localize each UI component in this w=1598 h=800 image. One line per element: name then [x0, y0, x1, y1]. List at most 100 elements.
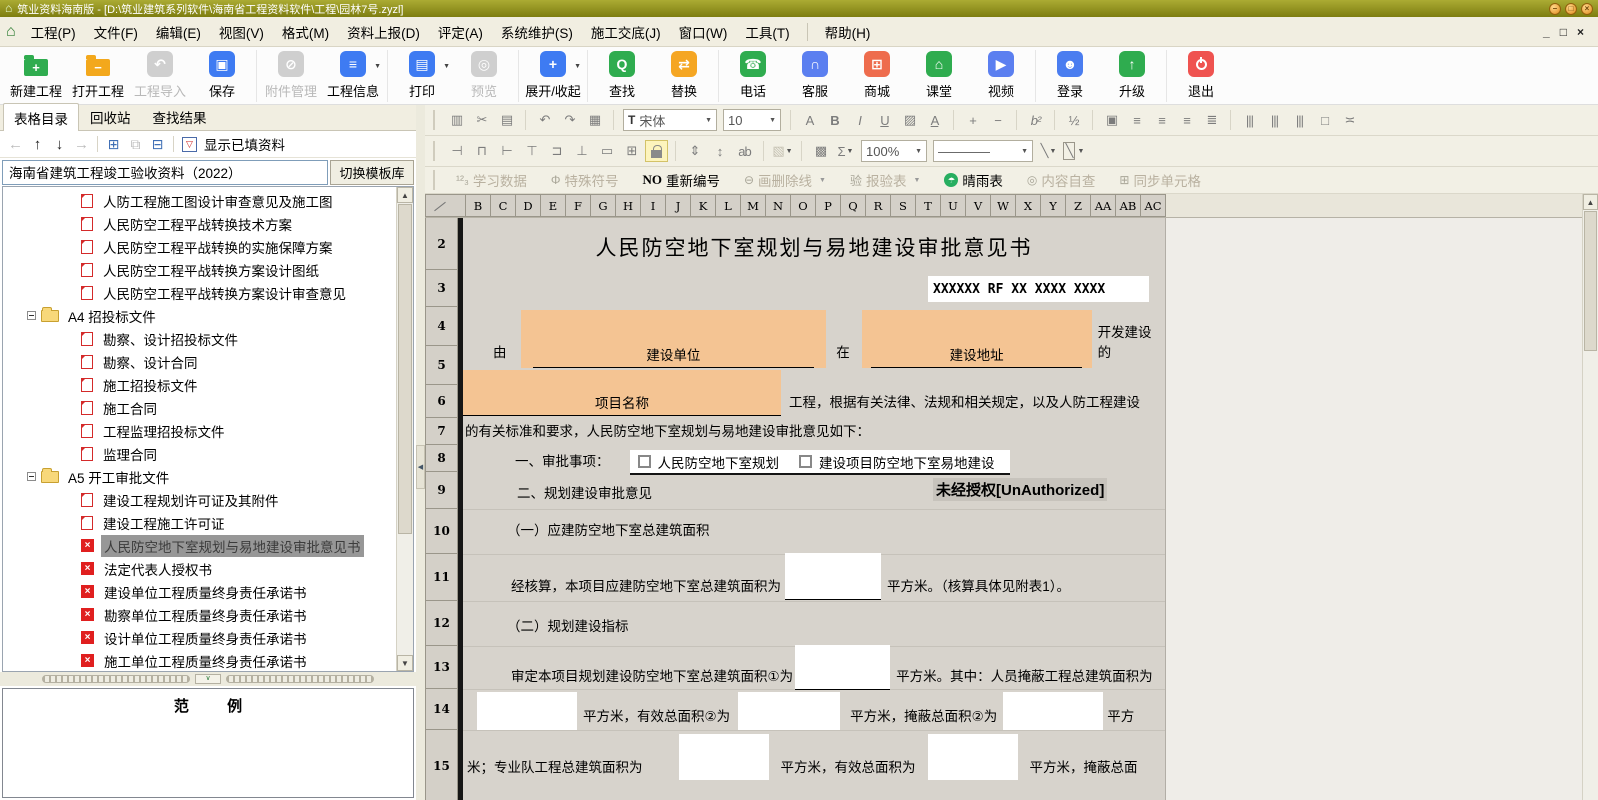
- italic-button[interactable]: I: [848, 109, 871, 131]
- tree-item[interactable]: 建设工程规划许可证及其附件: [3, 488, 396, 511]
- char-scale-button[interactable]: ab: [733, 140, 756, 162]
- learn-data-button[interactable]: ¹²₃ 学习数据: [456, 170, 527, 190]
- column-header-L[interactable]: L: [716, 194, 741, 217]
- line-style-dropdown-icon[interactable]: ▼: [1021, 148, 1028, 155]
- nav-left-icon[interactable]: ←: [6, 136, 25, 153]
- valign-top-button[interactable]: |||: [1238, 109, 1261, 131]
- strike-delete-line-button[interactable]: ⊖ 画删除线 ▼: [744, 170, 826, 190]
- tree-scroll-thumb[interactable]: [398, 204, 412, 534]
- copy-table-icon[interactable]: ⧉: [126, 136, 145, 153]
- nav-right-icon[interactable]: →: [72, 136, 91, 153]
- column-header-P[interactable]: P: [816, 194, 841, 217]
- row-header-11[interactable]: 11: [425, 554, 458, 601]
- content-self-check-button[interactable]: ◎ 内容自查: [1027, 170, 1095, 190]
- fill-color-button[interactable]: ▨: [898, 109, 921, 131]
- cut-button[interactable]: ✂: [470, 109, 493, 131]
- form-input[interactable]: [795, 645, 891, 690]
- font-size-dropdown-icon[interactable]: ▼: [769, 117, 776, 124]
- toolbar-grip[interactable]: [433, 141, 437, 161]
- form-input[interactable]: [785, 553, 881, 600]
- column-header-S[interactable]: S: [891, 194, 916, 217]
- column-header-F[interactable]: F: [566, 194, 591, 217]
- menu-item[interactable]: 窗口(W): [670, 18, 737, 46]
- renumber-button[interactable]: NO 重新编号: [642, 170, 720, 190]
- column-header-AA[interactable]: AA: [1091, 194, 1116, 217]
- checkbox-offsite-construction[interactable]: [799, 455, 812, 468]
- column-header-O[interactable]: O: [791, 194, 816, 217]
- undo-button[interactable]: ↶: [533, 109, 556, 131]
- tree-expander-icon[interactable]: [27, 311, 36, 320]
- tree-item[interactable]: 人民防空工程平战转换方案设计审查意见: [3, 281, 396, 304]
- horizontal-splitter[interactable]: ∨: [0, 672, 416, 686]
- sheet-scrollbar[interactable]: ▲: [1582, 194, 1598, 800]
- line-style-combo[interactable]: ———— ▼: [933, 140, 1033, 162]
- align-left-button[interactable]: ≡: [1125, 109, 1148, 131]
- column-header-Z[interactable]: Z: [1066, 194, 1091, 217]
- zoom-level-dropdown-icon[interactable]: ▼: [915, 148, 922, 155]
- column-header-AC[interactable]: AC: [1141, 194, 1166, 217]
- tree-item[interactable]: × 施工单位工程质量终身责任承诺书: [3, 649, 396, 671]
- menu-item[interactable]: 工具(T): [736, 18, 798, 46]
- form-input[interactable]: [927, 734, 1018, 780]
- column-header-N[interactable]: N: [766, 194, 791, 217]
- insert-image-button[interactable]: ▧ ▼: [771, 140, 794, 162]
- sheet-scroll-thumb[interactable]: [1584, 211, 1597, 351]
- zoom-level-combo[interactable]: 100% ▼: [861, 140, 927, 162]
- panel-collapse-icon[interactable]: ◀: [416, 445, 425, 489]
- preview-button[interactable]: ◎ 预览: [453, 51, 515, 100]
- font-effects-button[interactable]: A: [798, 109, 821, 131]
- switch-template-button[interactable]: 切换模板库: [330, 159, 414, 185]
- field-construction-address[interactable]: 建设地址: [861, 310, 1092, 368]
- fraction-button[interactable]: ½: [1062, 109, 1085, 131]
- menu-item[interactable]: 视图(V): [210, 18, 273, 46]
- page-setup-button[interactable]: ▦: [583, 109, 606, 131]
- menu-item[interactable]: 施工交底(J): [582, 18, 670, 46]
- column-header-D[interactable]: D: [516, 194, 541, 217]
- bold-button[interactable]: B: [823, 109, 846, 131]
- add-table-icon[interactable]: ⊞: [104, 136, 123, 153]
- split-col-right-button[interactable]: ⊢: [495, 140, 518, 162]
- tree-item[interactable]: 监理合同: [3, 442, 396, 465]
- increase-font-button[interactable]: +: [961, 109, 984, 131]
- line-spacing-add-button[interactable]: ⇕: [683, 140, 706, 162]
- remove-table-icon[interactable]: ⊟: [148, 136, 167, 153]
- row-header-10[interactable]: 10: [425, 509, 458, 554]
- tree-item[interactable]: × 设计单位工程质量终身责任承诺书: [3, 626, 396, 649]
- column-header-E[interactable]: E: [541, 194, 566, 217]
- column-header-V[interactable]: V: [966, 194, 991, 217]
- splitter-grip[interactable]: [226, 675, 374, 683]
- inspection-report-dropdown-icon[interactable]: ▼: [913, 177, 920, 184]
- mall-button[interactable]: ⊞ 商城: [846, 51, 908, 100]
- align-center-button[interactable]: ≡: [1150, 109, 1173, 131]
- menu-item[interactable]: 帮助(H): [816, 18, 880, 46]
- diagonal-box-dropdown-icon[interactable]: ▼: [1077, 148, 1084, 155]
- new-project-button[interactable]: + 新建工程: [5, 51, 67, 100]
- splitter-collapse-icon[interactable]: ∨: [195, 674, 221, 684]
- sheet-scroll-up-icon[interactable]: ▲: [1583, 194, 1598, 210]
- save-button[interactable]: ▣ 保存: [191, 51, 253, 100]
- form-input[interactable]: [738, 692, 841, 730]
- minimize-button[interactable]: –: [1549, 2, 1561, 15]
- decrease-font-button[interactable]: −: [986, 109, 1009, 131]
- classroom-button[interactable]: ⌂ 课堂: [908, 51, 970, 100]
- paste-button[interactable]: ▤: [495, 109, 518, 131]
- tree-item[interactable]: A5 开工审批文件: [3, 465, 396, 488]
- toolbar-grip[interactable]: [433, 110, 437, 130]
- split-col-left-button[interactable]: ⊣: [445, 140, 468, 162]
- tree-item[interactable]: 人防工程施工图设计审查意见及施工图: [3, 189, 396, 212]
- doc-minimize-button[interactable]: _: [1543, 25, 1550, 39]
- print-dropdown-icon[interactable]: ▼: [443, 63, 450, 70]
- tab-查找结果[interactable]: 查找结果: [142, 102, 218, 130]
- row-header-3[interactable]: 3: [425, 270, 458, 307]
- column-header-Y[interactable]: Y: [1041, 194, 1066, 217]
- menu-item[interactable]: 资料上报(D): [338, 18, 429, 46]
- strike-delete-line-dropdown-icon[interactable]: ▼: [819, 177, 826, 184]
- doc-close-button[interactable]: ×: [1577, 25, 1584, 39]
- column-header-R[interactable]: R: [866, 194, 891, 217]
- tree-item[interactable]: × 建设单位工程质量终身责任承诺书: [3, 580, 396, 603]
- tree-item[interactable]: 工程监理招投标文件: [3, 419, 396, 442]
- phone-button[interactable]: ☎ 电话: [722, 51, 784, 100]
- tree-item[interactable]: 人民防空工程平战转换方案设计图纸: [3, 258, 396, 281]
- tree-item[interactable]: 勘察、设计合同: [3, 350, 396, 373]
- toolbar-grip[interactable]: [433, 170, 437, 190]
